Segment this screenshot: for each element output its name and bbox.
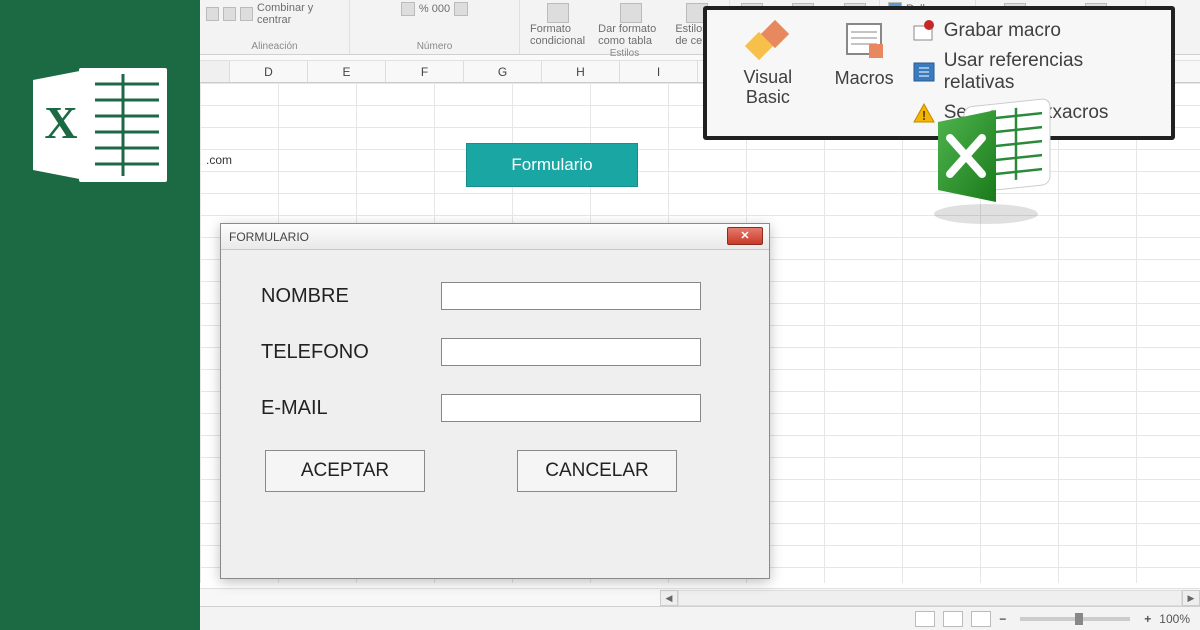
page-break-view-icon[interactable] xyxy=(971,611,991,627)
page-layout-view-icon[interactable] xyxy=(943,611,963,627)
merge-icon[interactable] xyxy=(240,7,253,21)
normal-view-icon[interactable] xyxy=(915,611,935,627)
brand-panel: X xyxy=(0,0,200,630)
excel-main: Combinar y centrar Alineación % 000 Núme… xyxy=(200,0,1200,630)
merge-button[interactable]: Combinar y centrar xyxy=(257,2,343,26)
col-header[interactable]: D xyxy=(230,61,308,82)
zoom-value[interactable]: 100% xyxy=(1159,612,1190,626)
zoom-out-icon[interactable]: − xyxy=(999,612,1006,626)
relative-ref-icon xyxy=(912,61,936,83)
userform-titlebar[interactable]: FORMULARIO ✕ xyxy=(221,224,769,250)
zoom-in-icon[interactable]: + xyxy=(1144,612,1151,626)
h-scrollbar[interactable]: ◀ ▶ xyxy=(200,588,1200,606)
visual-basic-icon xyxy=(745,18,791,64)
decimals-icon[interactable] xyxy=(454,2,468,16)
visual-basic-button[interactable]: Visual Basic xyxy=(719,18,817,128)
record-icon xyxy=(912,20,936,42)
label-telefono: TELEFONO xyxy=(261,341,441,364)
label-email: E-MAIL xyxy=(261,397,441,420)
aceptar-button[interactable]: ACEPTAR xyxy=(265,450,425,492)
scroll-track[interactable] xyxy=(678,590,1182,606)
cond-format-button[interactable]: Formato condicional xyxy=(526,2,590,48)
excel-logo: X xyxy=(25,60,175,190)
group-align: Alineación xyxy=(251,41,297,53)
nombre-field[interactable] xyxy=(441,282,701,310)
align-icon[interactable] xyxy=(206,7,219,21)
currency-icon[interactable] xyxy=(401,2,415,16)
cell-value: .com xyxy=(206,153,232,167)
email-field[interactable] xyxy=(441,394,701,422)
cancelar-button[interactable]: CANCELAR xyxy=(517,450,677,492)
scroll-right-icon[interactable]: ▶ xyxy=(1182,590,1200,606)
col-header[interactable]: I xyxy=(620,61,698,82)
col-header[interactable]: E xyxy=(308,61,386,82)
group-number: Número xyxy=(417,41,453,53)
record-macro-button[interactable]: Grabar macro xyxy=(912,20,1159,42)
as-table-button[interactable]: Dar formato como tabla xyxy=(594,2,667,48)
formulario-sheet-button[interactable]: Formulario xyxy=(466,143,638,187)
group-styles: Estilos xyxy=(610,48,639,60)
label-nombre: NOMBRE xyxy=(261,285,441,308)
macros-icon xyxy=(841,18,887,64)
select-all[interactable] xyxy=(200,61,230,82)
zoom-slider[interactable] xyxy=(1020,617,1130,621)
macros-button[interactable]: Macros xyxy=(835,18,894,128)
telefono-field[interactable] xyxy=(441,338,701,366)
col-header[interactable]: H xyxy=(542,61,620,82)
userform-title: FORMULARIO xyxy=(229,230,309,244)
statusbar: − + 100% xyxy=(200,606,1200,630)
col-header[interactable]: G xyxy=(464,61,542,82)
userform-dialog: FORMULARIO ✕ NOMBRE TELEFONO E-MAIL ACEP… xyxy=(220,223,770,579)
scroll-left-icon[interactable]: ◀ xyxy=(660,590,678,606)
align-icon[interactable] xyxy=(223,7,236,21)
svg-text:X: X xyxy=(44,97,77,148)
col-header[interactable]: F xyxy=(386,61,464,82)
excel-3d-icon xyxy=(920,82,1070,232)
close-icon[interactable]: ✕ xyxy=(727,227,763,245)
